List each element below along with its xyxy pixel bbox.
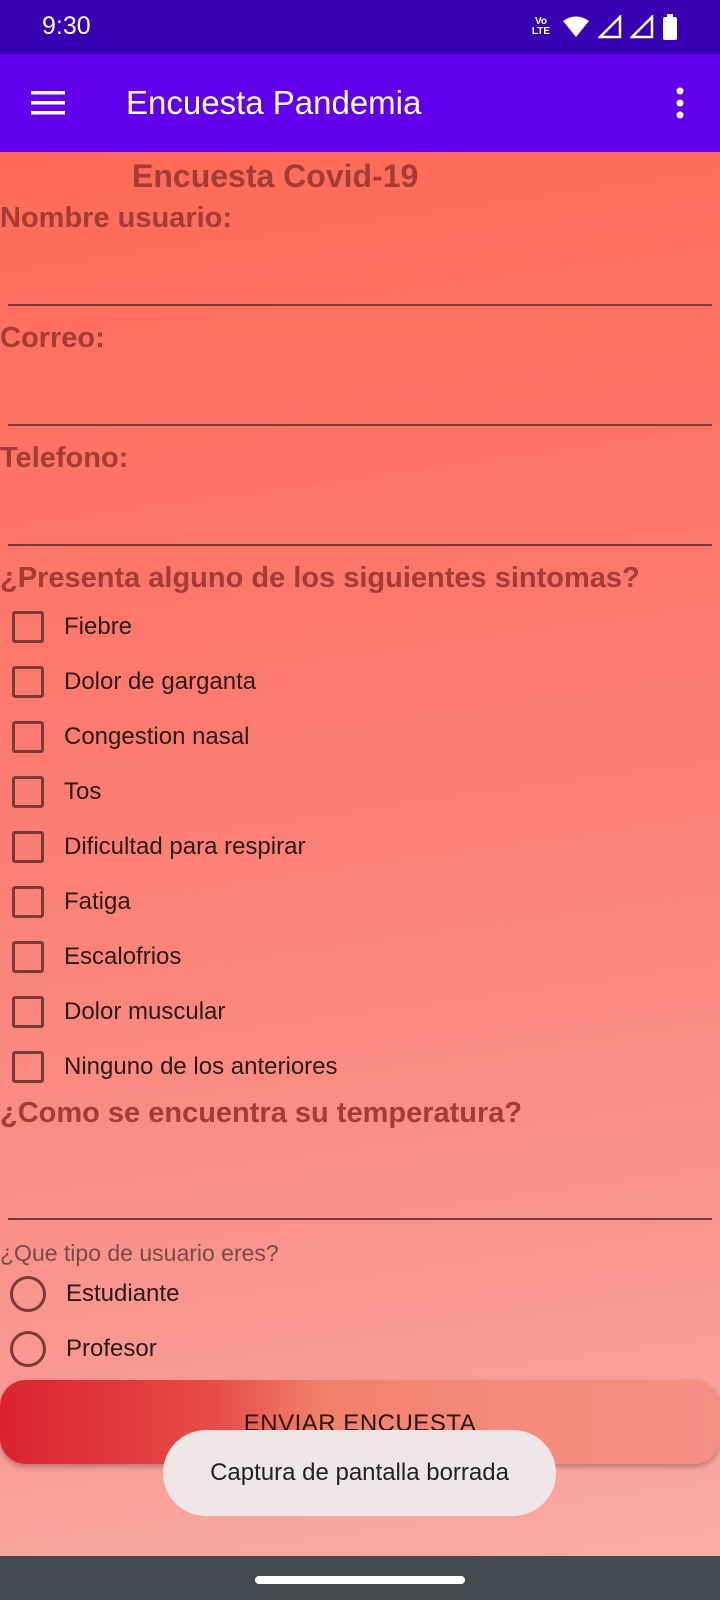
checkbox[interactable] bbox=[12, 721, 44, 753]
temperature-question: ¿Como se encuentra su temperatura? bbox=[0, 1097, 523, 1129]
status-time: 9:30 bbox=[42, 12, 91, 40]
form-title: Encuesta Covid-19 bbox=[132, 158, 419, 194]
radio-button[interactable] bbox=[10, 1331, 46, 1367]
symptom-checkbox-tos[interactable]: Tos bbox=[10, 770, 101, 814]
symptom-checkbox-dolor-garganta[interactable]: Dolor de garganta bbox=[10, 660, 256, 704]
checkbox[interactable] bbox=[12, 886, 44, 918]
battery-icon bbox=[663, 14, 677, 40]
symptom-label: Escalofrios bbox=[64, 943, 182, 970]
hamburger-menu-icon[interactable] bbox=[24, 79, 72, 127]
user-type-radio-profesor[interactable]: Profesor bbox=[10, 1327, 157, 1371]
app-title: Encuesta Pandemia bbox=[126, 84, 422, 121]
volte-icon: Vo LTE bbox=[531, 16, 551, 37]
status-icons: Vo LTE bbox=[528, 12, 678, 42]
toast-message: Captura de pantalla borrada bbox=[163, 1430, 556, 1516]
status-bar: 9:30 Vo LTE bbox=[0, 0, 720, 54]
symptom-checkbox-fatiga[interactable]: Fatiga bbox=[10, 880, 131, 924]
symptom-label: Fiebre bbox=[64, 613, 133, 640]
symptom-checkbox-dificultad-respirar[interactable]: Dificultad para respirar bbox=[10, 825, 305, 869]
phone-field[interactable] bbox=[8, 482, 712, 540]
navigation-bar bbox=[0, 1556, 720, 1600]
checkbox[interactable] bbox=[12, 1051, 44, 1083]
phone-field-underline bbox=[8, 544, 712, 546]
user-type-label: Profesor bbox=[66, 1335, 157, 1362]
user-type-radio-estudiante[interactable]: Estudiante bbox=[10, 1272, 179, 1316]
cell-signal-icon bbox=[598, 15, 622, 39]
checkbox[interactable] bbox=[12, 831, 44, 863]
symptom-checkbox-fiebre[interactable]: Fiebre bbox=[10, 605, 132, 649]
checkbox[interactable] bbox=[12, 611, 44, 643]
symptom-label: Tos bbox=[64, 778, 102, 805]
cell-signal-icon bbox=[630, 15, 654, 39]
name-field-underline bbox=[8, 304, 712, 306]
phone-label: Telefono: bbox=[0, 442, 129, 474]
survey-form: Encuesta Covid-19 Nombre usuario: Correo… bbox=[0, 152, 720, 1556]
checkbox[interactable] bbox=[12, 666, 44, 698]
user-type-question: ¿Que tipo de usuario eres? bbox=[0, 1240, 279, 1266]
symptom-checkbox-congestion-nasal[interactable]: Congestion nasal bbox=[10, 715, 249, 759]
user-type-label: Estudiante bbox=[66, 1280, 180, 1307]
symptoms-question: ¿Presenta alguno de los siguientes sinto… bbox=[0, 562, 640, 594]
name-label: Nombre usuario: bbox=[0, 202, 233, 234]
radio-button[interactable] bbox=[10, 1276, 46, 1312]
symptom-checkbox-dolor-muscular[interactable]: Dolor muscular bbox=[10, 990, 225, 1034]
checkbox[interactable] bbox=[12, 941, 44, 973]
temperature-field-underline bbox=[8, 1218, 712, 1220]
symptom-label: Congestion nasal bbox=[64, 723, 250, 750]
email-field-underline bbox=[8, 424, 712, 426]
more-vert-icon[interactable] bbox=[660, 79, 700, 127]
symptom-label: Dificultad para respirar bbox=[64, 833, 306, 860]
name-field[interactable] bbox=[8, 242, 712, 300]
home-gesture-handle[interactable] bbox=[255, 1576, 465, 1584]
symptom-label: Dolor muscular bbox=[64, 998, 226, 1025]
wifi-icon bbox=[563, 16, 589, 37]
symptom-label: Dolor de garganta bbox=[64, 668, 257, 695]
symptom-checkbox-ninguno[interactable]: Ninguno de los anteriores bbox=[10, 1045, 338, 1089]
checkbox[interactable] bbox=[12, 776, 44, 808]
email-label: Correo: bbox=[0, 322, 105, 354]
symptom-label: Ninguno de los anteriores bbox=[64, 1053, 338, 1080]
symptom-label: Fatiga bbox=[64, 888, 131, 915]
checkbox[interactable] bbox=[12, 996, 44, 1028]
temperature-field[interactable] bbox=[8, 1137, 712, 1195]
symptom-checkbox-escalofrios[interactable]: Escalofrios bbox=[10, 935, 181, 979]
app-bar: Encuesta Pandemia bbox=[0, 54, 720, 152]
email-field[interactable] bbox=[8, 362, 712, 420]
